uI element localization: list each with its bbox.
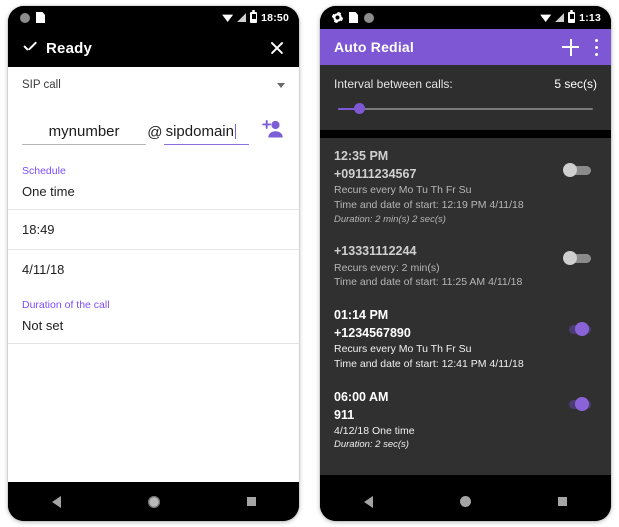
overflow-menu-icon[interactable] [595, 38, 599, 56]
alarm-details: +13331112244 Recurs every: 2 min(s) Time… [334, 242, 553, 290]
left-status-bar: 18:50 [8, 6, 299, 29]
recents-icon[interactable] [558, 497, 568, 506]
text-caret [234, 124, 237, 139]
signal-icon [555, 13, 565, 22]
wifi-icon [222, 14, 234, 22]
right-status-bar: 1:13 [320, 6, 611, 29]
alarm-toggle[interactable] [563, 163, 593, 177]
list-item[interactable]: +13331112244 Recurs every: 2 min(s) Time… [320, 229, 611, 293]
left-status-icons [20, 12, 45, 23]
right-status-right: 1:13 [540, 10, 601, 24]
duration-value[interactable]: Not set [8, 311, 299, 343]
interval-slider[interactable] [334, 102, 597, 116]
sip-domain-value: sipdomain [165, 123, 234, 140]
call-type-value: SIP call [22, 79, 61, 91]
schedule-label: Schedule [22, 165, 66, 177]
alarm-toggle[interactable] [563, 251, 593, 266]
add-contact-icon[interactable] [259, 117, 285, 143]
plus-icon[interactable] [562, 38, 579, 56]
left-toolbar: Ready [8, 29, 299, 67]
home-icon[interactable] [459, 496, 471, 507]
toggle-knob [563, 163, 577, 177]
interval-head: Interval between calls: 5 sec(s) [334, 77, 597, 91]
slider-thumb[interactable] [354, 103, 365, 114]
app-title: Auto Redial [334, 39, 414, 55]
schedule-date-value[interactable]: 4/11/18 [8, 250, 299, 289]
alarm-duration: Duration: 2 min(s) 2 sec(s) [334, 213, 446, 225]
alarm-recurrence: Recurs every Mo Tu Th Fr Su [334, 184, 472, 197]
sip-address-row: mynumber @ sipdomain [8, 103, 299, 145]
list-item[interactable]: 12:35 PM +09111234567 Recurs every Mo Tu… [320, 138, 611, 229]
page-title: Ready [46, 39, 93, 57]
panel-list-gap [320, 130, 611, 138]
battery-icon [250, 10, 258, 23]
alarm-number: 911 [334, 407, 355, 422]
toolbar-actions [562, 38, 599, 56]
left-status-right: 18:50 [222, 10, 289, 24]
status-clock: 1:13 [579, 11, 601, 24]
alarm-number: +1234567890 [334, 326, 411, 341]
sdcard-icon [36, 12, 45, 23]
alarm-number: +09111234567 [334, 167, 417, 182]
signal-icon [237, 13, 247, 22]
call-type-spinner[interactable]: SIP call [8, 67, 299, 103]
interval-panel: Interval between calls: 5 sec(s) [320, 65, 611, 130]
alarm-details: 01:14 PM +1234567890 Recurs every Mo Tu … [334, 306, 553, 372]
right-status-icons [332, 12, 374, 23]
alarm-start: Time and date of start: 11:25 AM 4/11/18 [334, 276, 523, 289]
divider [8, 343, 299, 344]
schedule-value[interactable]: One time [8, 177, 299, 209]
check-icon [22, 41, 37, 56]
status-clock: 18:50 [261, 11, 289, 24]
chevron-down-icon [277, 82, 285, 88]
back-icon[interactable] [51, 495, 61, 508]
list-item[interactable]: 06:00 AM 911 4/12/18 One time Duration: … [320, 375, 611, 456]
alarm-recurrence: Recurs every: 2 min(s) [334, 261, 440, 274]
app-toolbar: Auto Redial [320, 29, 611, 65]
slider-track [338, 108, 593, 110]
alarm-list: 12:35 PM +09111234567 Recurs every Mo Tu… [320, 138, 611, 475]
close-icon[interactable] [269, 40, 285, 56]
alarm-start: Time and date of start: 12:19 PM 4/11/18 [334, 198, 524, 211]
toggle-knob [563, 251, 577, 266]
alarm-number: +13331112244 [334, 244, 417, 259]
left-nav-bar [8, 482, 299, 521]
sip-domain-input[interactable]: sipdomain [163, 123, 249, 145]
gear-icon [332, 12, 343, 23]
list-item[interactable]: 01:14 PM +1234567890 Recurs every Mo Tu … [320, 293, 611, 375]
recents-icon[interactable] [246, 497, 256, 506]
sdcard-icon [349, 12, 358, 23]
alarm-recurrence: Recurs every Mo Tu Th Fr Su [334, 343, 472, 356]
alarm-duration: Duration: 2 sec(s) [334, 439, 409, 451]
circle-icon [20, 12, 30, 23]
left-content: SIP call mynumber @ sipdomain Schedule O… [8, 67, 299, 482]
alarm-recurrence: 4/12/18 One time [334, 424, 415, 437]
wifi-icon [540, 14, 552, 22]
sip-user-input[interactable]: mynumber [22, 123, 147, 145]
home-icon[interactable] [147, 495, 160, 508]
back-icon[interactable] [363, 495, 373, 508]
interval-value: 5 sec(s) [554, 77, 597, 91]
alarm-time: 06:00 AM [334, 389, 389, 404]
alarm-start: Time and date of start: 12:41 PM 4/11/18 [334, 357, 524, 370]
left-phone-frame: 18:50 Ready SIP call mynumber @ sipdomai… [8, 6, 299, 521]
alarm-details: 12:35 PM +09111234567 Recurs every Mo Tu… [334, 147, 553, 226]
at-symbol: @ [147, 124, 163, 141]
right-nav-bar [320, 482, 611, 521]
alarm-details: 06:00 AM 911 4/12/18 One time Duration: … [334, 388, 553, 453]
alarm-time: 01:14 PM [334, 307, 389, 322]
schedule-time-value[interactable]: 18:49 [8, 210, 299, 249]
circle-icon [364, 12, 374, 23]
right-phone-frame: 1:13 Auto Redial Interval between calls:… [320, 6, 611, 521]
toggle-knob [575, 396, 589, 411]
battery-icon [568, 10, 576, 23]
interval-label: Interval between calls: [334, 77, 453, 91]
alarm-toggle[interactable] [563, 321, 593, 336]
alarm-time: 12:35 PM [334, 149, 389, 163]
screenshot-stage: 18:50 Ready SIP call mynumber @ sipdomai… [0, 0, 619, 527]
toggle-knob [575, 321, 589, 336]
alarm-toggle[interactable] [563, 396, 593, 411]
duration-label: Duration of the call [22, 299, 110, 311]
